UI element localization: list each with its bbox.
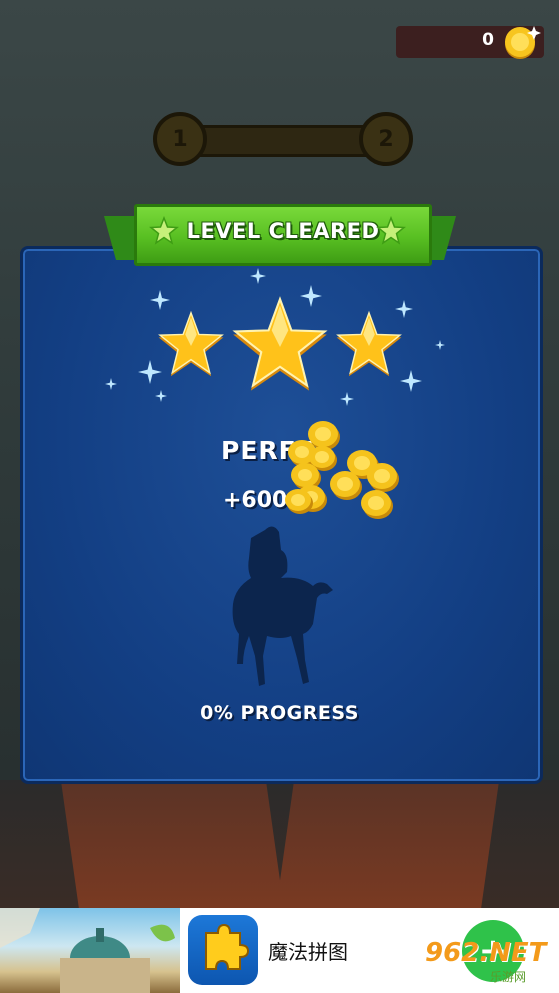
road-lane-right <box>275 780 500 910</box>
collection-progress-text: 0% PROGRESS <box>200 702 359 724</box>
ad-thumbnail[interactable] <box>0 908 180 993</box>
level-progress-track <box>190 125 376 157</box>
site-watermark-sub: 乐游网 <box>490 970 527 984</box>
ribbon-star-icon <box>149 216 179 245</box>
road-background <box>0 780 559 910</box>
rating-star-icon <box>158 310 224 377</box>
sparkle-icon <box>340 392 354 406</box>
coin-burst-icon <box>285 421 399 519</box>
road-lane-left <box>60 780 285 910</box>
coin-count: 0 <box>482 30 494 50</box>
coin-reward-text: +600 <box>223 488 288 513</box>
sparkle-icon <box>150 290 170 310</box>
level-cleared-ribbon: LEVEL CLEARED <box>104 204 456 272</box>
level-node-current: 1 <box>153 112 207 166</box>
level-node-next: 2 <box>359 112 413 166</box>
ad-thumbnail-image <box>0 908 175 993</box>
coin-icon <box>505 26 541 59</box>
sparkle-icon <box>250 268 266 284</box>
rating-star-icon <box>336 310 402 377</box>
puzzle-icon <box>205 923 250 970</box>
ribbon-star-icon <box>376 216 406 245</box>
camel-rider-silhouette <box>232 526 333 686</box>
rating-star-icon <box>232 296 328 391</box>
sparkle-icon <box>155 390 167 402</box>
ad-app-name[interactable]: 魔法拼图 <box>268 936 348 965</box>
sparkle-icon <box>435 340 445 350</box>
coin-counter: 0 <box>396 26 544 59</box>
site-watermark: 962.NET <box>425 938 547 968</box>
ad-app-icon[interactable] <box>188 915 258 985</box>
sparkle-icon <box>105 378 117 390</box>
